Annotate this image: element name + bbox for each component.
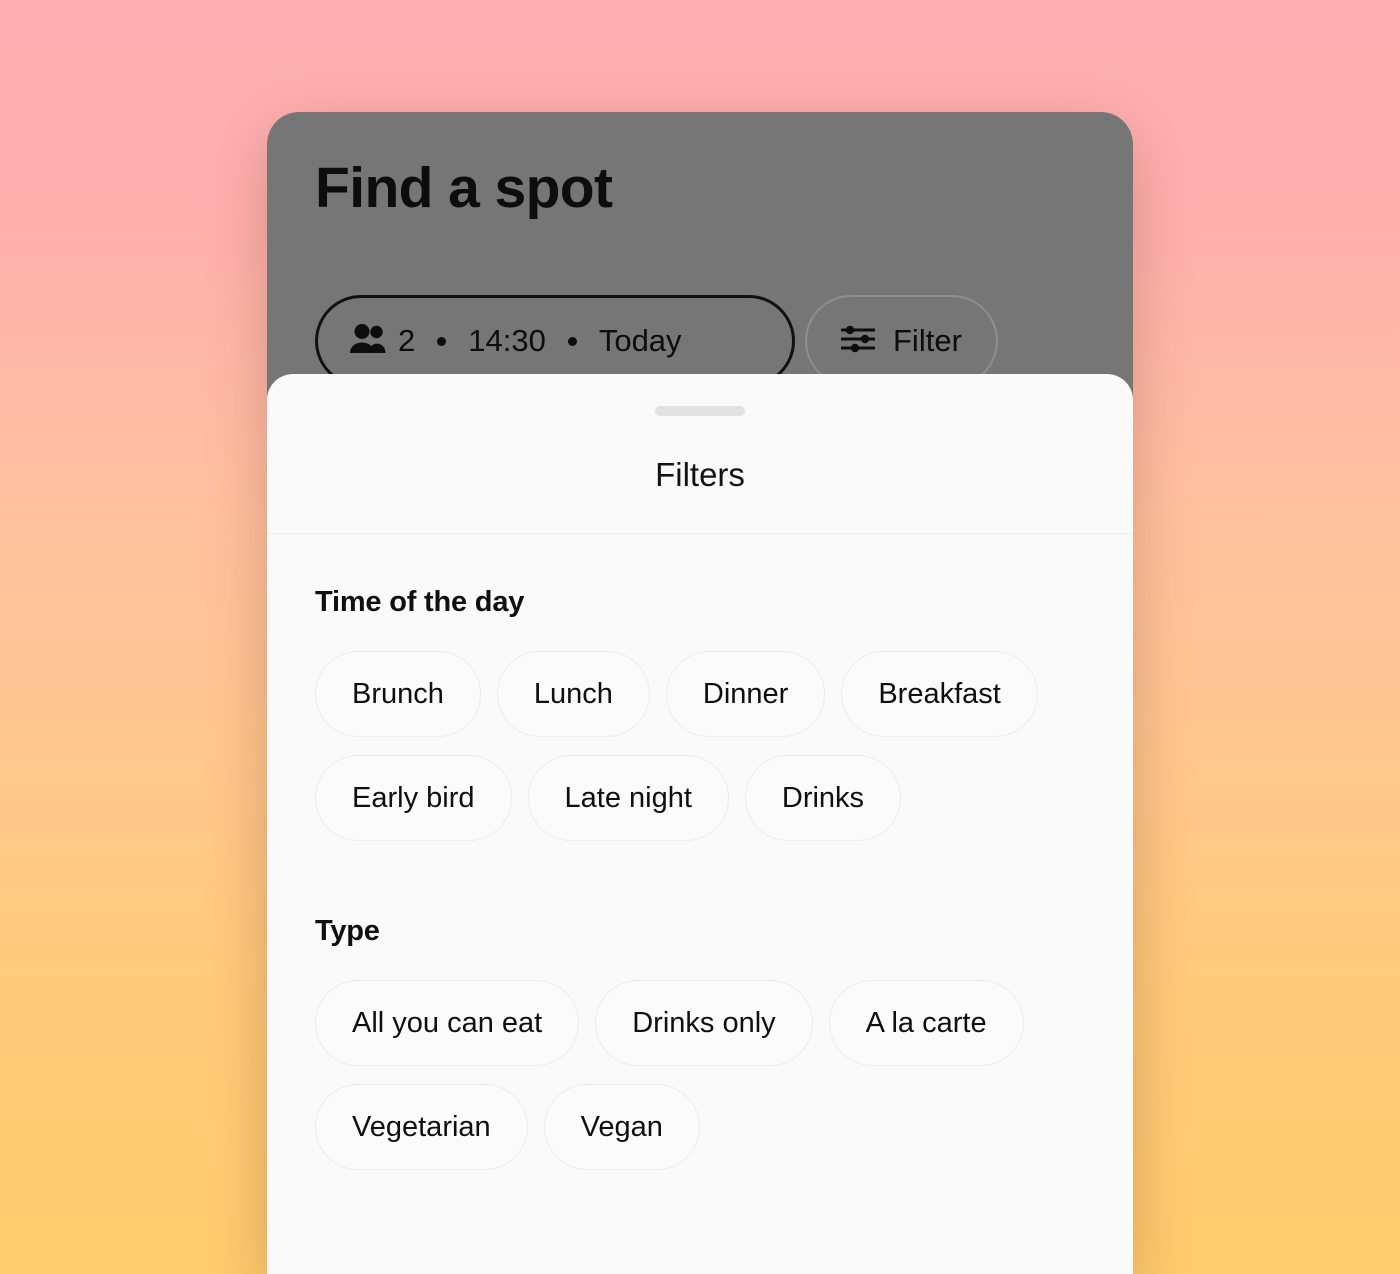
filter-chip-all-you-can-eat[interactable]: All you can eat [315, 980, 580, 1066]
filter-chip-breakfast[interactable]: Breakfast [841, 651, 1038, 737]
filter-chip-early-bird[interactable]: Early bird [315, 755, 512, 841]
filter-chip-brunch[interactable]: Brunch [315, 651, 481, 737]
filter-chip-drinks-only[interactable]: Drinks only [595, 980, 813, 1066]
date-value: Today [598, 323, 682, 358]
guests-count: 2 [398, 323, 416, 358]
chip-row-type: All you can eat Drinks only A la carte V… [315, 980, 1085, 1170]
filter-chip-late-night[interactable]: Late night [527, 755, 729, 841]
sheet-title: Filters [655, 456, 745, 493]
time-value: 14:30 [468, 323, 546, 358]
section-title: Type [315, 915, 380, 947]
section-title: Time of the day [315, 586, 525, 618]
app-window: Find a spot 2 14:30 Today Filter Filters… [267, 112, 1133, 1274]
chip-row-time-of-the-day: Brunch Lunch Dinner Breakfast Early bird… [315, 651, 1085, 841]
filter-chip-vegetarian[interactable]: Vegetarian [315, 1084, 528, 1170]
filter-chip-drinks[interactable]: Drinks [744, 755, 902, 841]
sliders-icon [840, 324, 876, 359]
filter-chip-dinner[interactable]: Dinner [665, 651, 826, 737]
drag-handle[interactable] [655, 406, 745, 416]
separator-dot [437, 336, 447, 346]
section-type: Type All you can eat Drinks only A la ca… [315, 915, 1085, 1170]
filters-scroll-area[interactable]: Time of the day Brunch Lunch Dinner Brea… [267, 534, 1133, 1274]
filters-bottom-sheet: Filters Time of the day Brunch Lunch Din… [267, 374, 1133, 1274]
people-icon [348, 323, 388, 360]
filter-chip-lunch[interactable]: Lunch [496, 651, 650, 737]
filter-chip-a-la-carte[interactable]: A la carte [828, 980, 1024, 1066]
filter-chip-vegan[interactable]: Vegan [543, 1084, 700, 1170]
filter-button-label: Filter [893, 323, 962, 358]
section-time-of-the-day: Time of the day Brunch Lunch Dinner Brea… [315, 586, 1085, 841]
separator-dot [567, 336, 577, 346]
page-title: Find a spot [315, 156, 613, 220]
